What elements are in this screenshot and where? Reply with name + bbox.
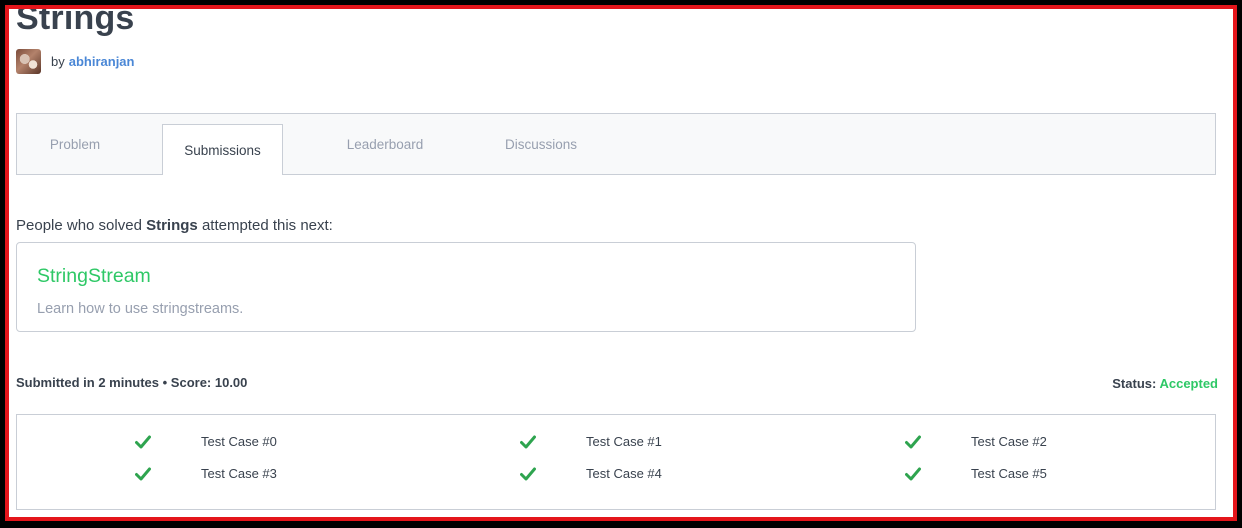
check-icon [905, 467, 921, 481]
challenge-title: Strings [16, 5, 135, 37]
recommended-challenge-description: Learn how to use stringstreams. [37, 301, 244, 317]
submission-summary: Submitted in 2 minutes • Score: 10.00 [16, 375, 248, 390]
by-label: by [51, 53, 65, 69]
check-icon [520, 467, 536, 481]
status-label: Status: [1112, 376, 1160, 391]
page-frame: Strings by abhiranjan Problem Submission… [5, 5, 1237, 521]
tab-leaderboard[interactable]: Leaderboard [327, 114, 443, 175]
check-icon [905, 435, 921, 449]
status-value: Accepted [1159, 376, 1218, 391]
intro-prefix: People who solved [16, 217, 147, 234]
test-case-item[interactable]: Test Case #5 [905, 466, 1047, 481]
tab-discussions[interactable]: Discussions [483, 114, 599, 175]
test-case-label: Test Case #2 [971, 434, 1047, 449]
test-case-label: Test Case #5 [971, 466, 1047, 481]
check-icon [135, 435, 151, 449]
test-case-item[interactable]: Test Case #0 [135, 434, 277, 449]
check-icon [520, 435, 536, 449]
test-cases-panel: Test Case #0 Test Case #1 Test Case #2 T… [16, 414, 1216, 510]
recommended-challenge-card[interactable]: StringStream Learn how to use stringstre… [16, 242, 916, 332]
test-case-label: Test Case #4 [586, 466, 662, 481]
author-link[interactable]: abhiranjan [69, 54, 135, 69]
recommended-challenge-title[interactable]: StringStream [37, 265, 151, 288]
tab-problem[interactable]: Problem [17, 114, 133, 175]
test-case-item[interactable]: Test Case #3 [135, 466, 277, 481]
tab-submissions[interactable]: Submissions [162, 124, 283, 175]
submission-status: Status: Accepted [1112, 376, 1218, 391]
intro-challenge-name: Strings [146, 217, 198, 234]
intro-suffix: attempted this next: [197, 217, 333, 234]
test-case-label: Test Case #0 [201, 434, 277, 449]
test-case-label: Test Case #1 [586, 434, 662, 449]
test-case-item[interactable]: Test Case #1 [520, 434, 662, 449]
test-case-item[interactable]: Test Case #4 [520, 466, 662, 481]
check-icon [135, 467, 151, 481]
next-challenge-intro: People who solved Strings attempted this… [16, 217, 333, 234]
tab-bar: Problem Submissions Leaderboard Discussi… [16, 113, 1216, 175]
test-case-label: Test Case #3 [201, 466, 277, 481]
test-case-item[interactable]: Test Case #2 [905, 434, 1047, 449]
author-row: by abhiranjan [16, 47, 134, 75]
author-avatar[interactable] [16, 48, 41, 74]
